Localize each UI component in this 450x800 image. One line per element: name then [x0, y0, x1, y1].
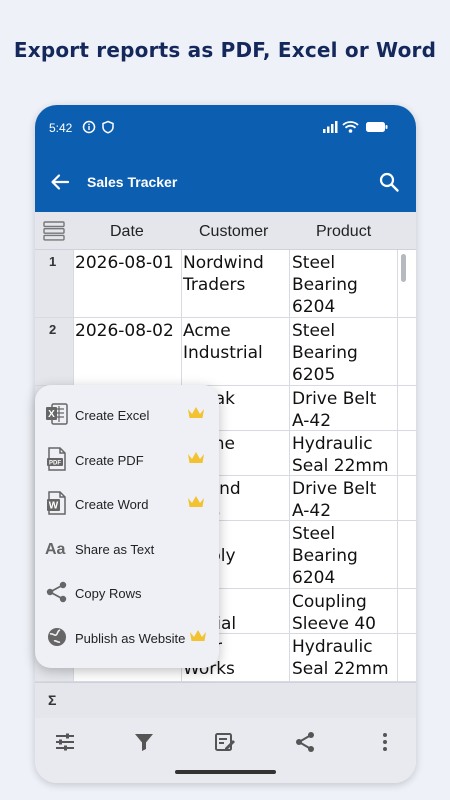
premium-crown-icon: [190, 630, 206, 641]
svg-text:PDF: PDF: [49, 461, 61, 467]
row-menu-icon[interactable]: [43, 220, 65, 242]
menu-item-label: Create PDF: [75, 453, 144, 468]
shield-icon: [102, 120, 114, 134]
menu-item-label: Create Excel: [75, 408, 150, 423]
excel-icon: X: [46, 403, 68, 425]
svg-text:W: W: [49, 501, 59, 512]
premium-crown-icon: [188, 496, 204, 507]
cell-product[interactable]: Steel Bearing 6204: [292, 252, 358, 318]
export-menu: X Create Excel PDF Create PDF W Create W…: [35, 385, 219, 668]
wifi-icon: [342, 121, 359, 133]
cell-product[interactable]: Hydraulic Seal 22mm: [292, 636, 389, 680]
status-time: 5:42: [49, 121, 73, 135]
menu-item-label: Copy Rows: [75, 586, 142, 601]
search-icon[interactable]: [378, 171, 400, 193]
cell-date[interactable]: 2026-08-02: [75, 320, 174, 342]
table-row[interactable]: 1 2026-08-01 Nordwind Traders Steel Bearin…: [35, 250, 416, 318]
table-row[interactable]: 2 2026-08-02 Acme Industrial Steel Bearing…: [35, 318, 416, 386]
row-number: 2: [49, 322, 57, 337]
filter-icon[interactable]: [132, 730, 156, 754]
menu-item-label: Share as Text: [75, 542, 155, 557]
cell-product[interactable]: Hydraulic Seal 22mm: [292, 433, 389, 477]
pdf-icon: PDF: [47, 447, 66, 471]
info-icon: [82, 120, 96, 134]
svg-text:Aa: Aa: [45, 541, 66, 558]
bottom-toolbar: [35, 718, 416, 783]
menu-item-create-word[interactable]: W Create Word: [35, 482, 219, 526]
menu-item-create-pdf[interactable]: PDF Create PDF: [35, 438, 219, 482]
battery-icon: [366, 122, 388, 132]
sum-icon[interactable]: Σ: [48, 692, 56, 708]
summary-bar: Σ: [35, 682, 416, 718]
premium-crown-icon: [188, 407, 204, 418]
back-arrow-icon[interactable]: [49, 171, 71, 193]
cell-customer[interactable]: Nordwind Traders: [183, 252, 264, 296]
premium-crown-icon: [188, 452, 204, 463]
promo-headline: Export reports as PDF, Excel or Word: [13, 38, 437, 62]
text-icon: Aa: [45, 541, 66, 558]
share-icon: [46, 581, 67, 603]
cell-customer[interactable]: Acme Industrial: [183, 320, 263, 364]
menu-item-label: Publish as Website: [75, 631, 186, 646]
column-header-date[interactable]: Date: [110, 223, 144, 241]
page-title: Sales Tracker: [87, 174, 178, 190]
cell-product[interactable]: Drive Belt A-42: [292, 388, 376, 432]
column-header-row: Date Customer Product: [35, 212, 416, 250]
signal-icon: [323, 121, 338, 133]
cell-date[interactable]: 2026-08-01: [75, 252, 174, 274]
globe-icon: [48, 628, 66, 646]
menu-item-create-excel[interactable]: X Create Excel: [35, 393, 219, 437]
menu-item-share-as-text[interactable]: Aa Share as Text: [35, 527, 219, 571]
app-bar: 5:42 Sales Tracker: [35, 105, 416, 212]
row-number: 1: [49, 254, 57, 269]
share-icon[interactable]: [293, 730, 317, 754]
menu-item-copy-rows[interactable]: Copy Rows: [35, 571, 219, 615]
menu-item-label: Create Word: [75, 497, 149, 512]
home-indicator: [175, 770, 276, 774]
settings-sliders-icon[interactable]: [53, 730, 77, 754]
column-header-product[interactable]: Product: [316, 223, 371, 241]
scrollbar[interactable]: [401, 254, 406, 282]
cell-product[interactable]: Coupling Sleeve 40: [292, 591, 376, 635]
cell-product[interactable]: Drive Belt A-42: [292, 478, 376, 522]
column-header-customer[interactable]: Customer: [199, 223, 268, 241]
edit-note-icon[interactable]: [213, 730, 237, 754]
more-options-icon[interactable]: [373, 730, 397, 754]
menu-item-publish-website[interactable]: Publish as Website: [35, 616, 219, 660]
cell-product[interactable]: Steel Bearing 6205: [292, 320, 358, 386]
svg-text:X: X: [48, 409, 55, 420]
cell-product[interactable]: Steel Bearing 6204: [292, 523, 358, 589]
word-icon: W: [47, 491, 66, 515]
